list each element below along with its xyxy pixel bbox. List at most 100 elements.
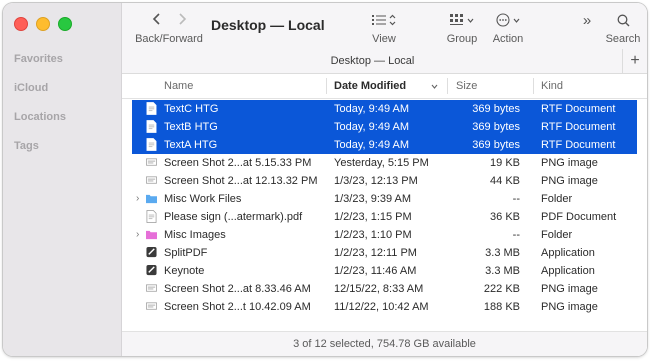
window-controls [14, 17, 72, 31]
column-divider[interactable] [447, 78, 448, 94]
file-date-modified: 1/2/23, 1:15 PM [334, 211, 412, 223]
file-row[interactable]: Please sign (...atermark).pdf 1/2/23, 1:1… [122, 208, 647, 226]
file-date-modified: 1/3/23, 12:13 PM [334, 175, 418, 187]
file-row[interactable]: Keynote 1/2/23, 11:46 AM 3.3 MB Application [122, 262, 647, 280]
file-row[interactable]: TextB HTG Today, 9:49 AM 369 bytes RTF Docu… [132, 118, 637, 136]
main-area: Back/Forward Desktop — Local View Group … [122, 3, 647, 356]
file-row[interactable]: Screen Shot 2...t 10.42.09 AM 11/12/22, 1… [122, 298, 647, 316]
file-name: Screen Shot 2...t 10.42.09 AM [164, 301, 311, 313]
file-size: 369 bytes [472, 139, 520, 151]
column-size[interactable]: Size [456, 80, 477, 92]
file-size: 19 KB [490, 157, 520, 169]
file-row[interactable]: Screen Shot 2...at 8.33.46 AM 12/15/22, 8… [122, 280, 647, 298]
document-icon [146, 120, 157, 133]
back-button[interactable] [151, 12, 163, 29]
path-tab-bar: Desktop — Local + [122, 49, 647, 74]
file-row[interactable]: › Misc Images 1/2/23, 1:10 PM -- Folder [122, 226, 647, 244]
file-name: TextA HTG [164, 139, 218, 151]
path-tab-title[interactable]: Desktop — Local [122, 55, 623, 67]
view-label: View [372, 33, 396, 45]
file-size: 369 bytes [472, 121, 520, 133]
file-size: 222 KB [483, 283, 520, 295]
file-row[interactable]: TextA HTG Today, 9:49 AM 369 bytes RTF Docu… [132, 136, 637, 154]
chevron-down-icon [467, 18, 474, 23]
file-date-modified: 1/2/23, 12:11 PM [334, 247, 417, 259]
group-label: Group [446, 33, 478, 45]
file-size: -- [512, 229, 520, 241]
file-size: 188 KB [483, 301, 520, 313]
file-row[interactable]: SplitPDF 1/2/23, 12:11 PM 3.3 MB Applicatio… [122, 244, 647, 262]
file-name: TextC HTG [164, 103, 219, 115]
file-kind: PDF Document [541, 211, 617, 223]
file-size: 3.3 MB [485, 265, 520, 277]
image-icon [146, 302, 157, 310]
file-row[interactable]: › Misc Work Files 1/3/23, 9:39 AM -- Folder [122, 190, 647, 208]
add-tab-button[interactable]: + [622, 49, 647, 73]
file-name: Screen Shot 2...at 8.33.46 AM [164, 283, 311, 295]
file-row[interactable]: TextC HTG Today, 9:49 AM 369 bytes RTF Docu… [132, 100, 637, 118]
file-kind: Application [541, 247, 595, 259]
column-divider[interactable] [533, 78, 534, 94]
toolbar: Back/Forward Desktop — Local View Group … [122, 3, 647, 49]
minimize-button[interactable] [36, 17, 50, 31]
file-size: 44 KB [490, 175, 520, 187]
file-name: SplitPDF [164, 247, 208, 259]
file-date-modified: 1/2/23, 11:46 AM [334, 265, 417, 277]
file-size: 36 KB [490, 211, 520, 223]
image-icon [146, 158, 157, 166]
column-name[interactable]: Name [164, 80, 193, 92]
column-divider[interactable] [326, 78, 327, 94]
more-toolbar-button[interactable]: » [574, 11, 600, 29]
group-button[interactable]: Group [442, 11, 482, 45]
file-date-modified: Yesterday, 5:15 PM [334, 157, 429, 169]
file-name: TextB HTG [164, 121, 218, 133]
file-kind: RTF Document [541, 103, 616, 115]
file-name: Misc Images [164, 229, 226, 241]
file-name: Misc Work Files [164, 193, 242, 205]
file-kind: PNG image [541, 157, 598, 169]
sidebar-section-icloud[interactable]: iCloud [14, 82, 48, 94]
file-date-modified: Today, 9:49 AM [334, 103, 410, 115]
updown-chevron-icon [389, 14, 396, 26]
document-icon [146, 138, 157, 151]
close-button[interactable] [14, 17, 28, 31]
disclosure-chevron-icon[interactable]: › [136, 193, 139, 204]
file-list: TextC HTG Today, 9:49 AM 369 bytes RTF Docu… [122, 100, 647, 316]
zoom-button[interactable] [58, 17, 72, 31]
file-size: 3.3 MB [485, 247, 520, 259]
sidebar-section-tags[interactable]: Tags [14, 140, 39, 152]
app-icon [146, 247, 157, 258]
back-forward-label: Back/Forward [135, 33, 203, 45]
double-chevron-right-icon: » [582, 11, 592, 29]
pink-folder-icon [146, 230, 157, 240]
file-kind: Folder [541, 229, 573, 241]
file-kind: Folder [541, 193, 573, 205]
file-row[interactable]: Screen Shot 2...at 5.15.33 PM Yesterday, … [122, 154, 647, 172]
sidebar-section-favorites[interactable]: Favorites [14, 53, 63, 65]
file-size: 369 bytes [472, 103, 520, 115]
finder-window: Favorites iCloud Locations Tags Back/For… [3, 3, 647, 356]
image-icon [146, 284, 157, 292]
forward-button[interactable] [176, 12, 188, 29]
column-kind[interactable]: Kind [541, 80, 563, 92]
search-button[interactable]: Search [603, 11, 643, 45]
file-kind: PNG image [541, 301, 598, 313]
image-icon [146, 176, 157, 184]
file-kind: PNG image [541, 175, 598, 187]
chevron-down-icon [513, 18, 520, 23]
status-bar: 3 of 12 selected, 754.78 GB available [122, 331, 647, 356]
view-button[interactable]: View [364, 11, 404, 45]
disclosure-chevron-icon[interactable]: › [136, 229, 139, 240]
file-row[interactable]: Screen Shot 2...at 12.13.32 PM 1/3/23, 12… [122, 172, 647, 190]
file-name: Keynote [164, 265, 205, 277]
sidebar-section-locations[interactable]: Locations [14, 111, 66, 123]
file-kind: RTF Document [541, 121, 616, 133]
file-name: Screen Shot 2...at 12.13.32 PM [164, 175, 318, 187]
column-header: Name Date Modified Size Kind [122, 74, 647, 99]
column-date-modified[interactable]: Date Modified [334, 80, 406, 92]
folder-icon [146, 194, 157, 204]
group-grid-icon [450, 14, 463, 25]
action-button[interactable]: Action [488, 11, 528, 45]
sort-chevron-down-icon[interactable] [431, 84, 438, 89]
ellipsis-circle-icon [496, 13, 510, 27]
